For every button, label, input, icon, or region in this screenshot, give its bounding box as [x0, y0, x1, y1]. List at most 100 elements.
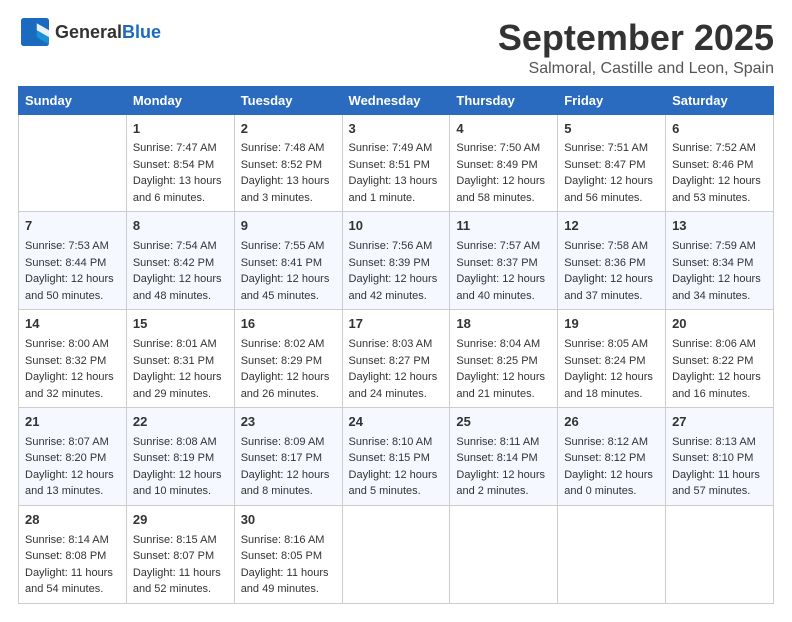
day-number: 12	[564, 217, 659, 236]
day-info: Sunrise: 8:00 AMSunset: 8:32 PMDaylight:…	[25, 336, 120, 402]
calendar-cell: 9 Sunrise: 7:55 AMSunset: 8:41 PMDaylight…	[234, 212, 342, 310]
day-number: 1	[133, 120, 228, 139]
calendar-cell: 1Sunrise: 7:47 AMSunset: 8:54 PMDaylight…	[126, 114, 234, 212]
day-number: 27	[672, 413, 767, 432]
calendar-cell: 18 Sunrise: 8:04 AMSunset: 8:25 PMDayligh…	[450, 310, 558, 408]
calendar-cell: 11 Sunrise: 7:57 AMSunset: 8:37 PMDayligh…	[450, 212, 558, 310]
day-number: 25	[456, 413, 551, 432]
day-number: 21	[25, 413, 120, 432]
day-number: 16	[241, 315, 336, 334]
calendar-cell: 29 Sunrise: 8:15 AMSunset: 8:07 PMDayligh…	[126, 505, 234, 603]
weekday-header: Thursday	[450, 86, 558, 114]
day-info: Sunrise: 8:07 AMSunset: 8:20 PMDaylight:…	[25, 434, 120, 500]
logo-icon	[21, 18, 49, 46]
calendar-cell: 12 Sunrise: 7:58 AMSunset: 8:36 PMDayligh…	[558, 212, 666, 310]
weekday-header: Tuesday	[234, 86, 342, 114]
calendar-cell: 4Sunrise: 7:50 AMSunset: 8:49 PMDaylight…	[450, 114, 558, 212]
day-number: 4	[456, 120, 551, 139]
day-info: Sunrise: 7:53 AMSunset: 8:44 PMDaylight:…	[25, 238, 120, 304]
calendar-cell	[450, 505, 558, 603]
day-info: Sunrise: 7:57 AMSunset: 8:37 PMDaylight:…	[456, 238, 551, 304]
calendar-cell	[558, 505, 666, 603]
weekday-header: Monday	[126, 86, 234, 114]
month-title: September 2025	[498, 18, 774, 58]
day-number: 13	[672, 217, 767, 236]
day-number: 14	[25, 315, 120, 334]
weekday-header: Saturday	[666, 86, 774, 114]
day-number: 11	[456, 217, 551, 236]
calendar-cell: 17Sunrise: 8:03 AMSunset: 8:27 PMDayligh…	[342, 310, 450, 408]
day-number: 24	[349, 413, 444, 432]
day-number: 2	[241, 120, 336, 139]
day-number: 18	[456, 315, 551, 334]
logo-blue: Blue	[122, 22, 161, 42]
calendar-cell: 26 Sunrise: 8:12 AMSunset: 8:12 PMDayligh…	[558, 408, 666, 506]
weekday-header: Wednesday	[342, 86, 450, 114]
calendar-cell: 20Sunrise: 8:06 AMSunset: 8:22 PMDayligh…	[666, 310, 774, 408]
day-info: Sunrise: 8:14 AMSunset: 8:08 PMDaylight:…	[25, 532, 120, 598]
day-info: Sunrise: 8:16 AMSunset: 8:05 PMDaylight:…	[241, 532, 336, 598]
calendar-cell: 14 Sunrise: 8:00 AMSunset: 8:32 PMDayligh…	[19, 310, 127, 408]
calendar-cell: 27 Sunrise: 8:13 AMSunset: 8:10 PMDayligh…	[666, 408, 774, 506]
day-number: 22	[133, 413, 228, 432]
calendar-cell: 19 Sunrise: 8:05 AMSunset: 8:24 PMDayligh…	[558, 310, 666, 408]
day-info: Sunrise: 7:50 AMSunset: 8:49 PMDaylight:…	[456, 140, 551, 206]
calendar-cell	[342, 505, 450, 603]
day-info: Sunrise: 8:09 AMSunset: 8:17 PMDaylight:…	[241, 434, 336, 500]
day-number: 23	[241, 413, 336, 432]
day-info: Sunrise: 8:12 AMSunset: 8:12 PMDaylight:…	[564, 434, 659, 500]
day-number: 8	[133, 217, 228, 236]
calendar-cell: 30 Sunrise: 8:16 AMSunset: 8:05 PMDayligh…	[234, 505, 342, 603]
calendar-cell: 2Sunrise: 7:48 AMSunset: 8:52 PMDaylight…	[234, 114, 342, 212]
day-number: 5	[564, 120, 659, 139]
location-title: Salmoral, Castille and Leon, Spain	[498, 60, 774, 78]
day-number: 10	[349, 217, 444, 236]
day-info: Sunrise: 8:04 AMSunset: 8:25 PMDaylight:…	[456, 336, 551, 402]
day-number: 28	[25, 511, 120, 530]
day-info: Sunrise: 8:08 AMSunset: 8:19 PMDaylight:…	[133, 434, 228, 500]
day-info: Sunrise: 8:13 AMSunset: 8:10 PMDaylight:…	[672, 434, 767, 500]
calendar-cell: 28 Sunrise: 8:14 AMSunset: 8:08 PMDayligh…	[19, 505, 127, 603]
calendar-cell: 16Sunrise: 8:02 AMSunset: 8:29 PMDayligh…	[234, 310, 342, 408]
calendar-cell	[19, 114, 127, 212]
day-info: Sunrise: 7:52 AMSunset: 8:46 PMDaylight:…	[672, 140, 767, 206]
calendar-cell: 6Sunrise: 7:52 AMSunset: 8:46 PMDaylight…	[666, 114, 774, 212]
calendar-cell: 22 Sunrise: 8:08 AMSunset: 8:19 PMDayligh…	[126, 408, 234, 506]
calendar-cell: 15Sunrise: 8:01 AMSunset: 8:31 PMDayligh…	[126, 310, 234, 408]
calendar-cell	[666, 505, 774, 603]
weekday-header: Sunday	[19, 86, 127, 114]
day-info: Sunrise: 8:05 AMSunset: 8:24 PMDaylight:…	[564, 336, 659, 402]
day-number: 29	[133, 511, 228, 530]
day-info: Sunrise: 7:55 AMSunset: 8:41 PMDaylight:…	[241, 238, 336, 304]
day-number: 9	[241, 217, 336, 236]
day-info: Sunrise: 8:10 AMSunset: 8:15 PMDaylight:…	[349, 434, 444, 500]
day-number: 17	[349, 315, 444, 334]
calendar-cell: 21 Sunrise: 8:07 AMSunset: 8:20 PMDayligh…	[19, 408, 127, 506]
calendar-cell: 5Sunrise: 7:51 AMSunset: 8:47 PMDaylight…	[558, 114, 666, 212]
day-number: 7	[25, 217, 120, 236]
logo: GeneralBlue	[18, 18, 161, 46]
day-number: 26	[564, 413, 659, 432]
day-info: Sunrise: 8:15 AMSunset: 8:07 PMDaylight:…	[133, 532, 228, 598]
calendar-cell: 10 Sunrise: 7:56 AMSunset: 8:39 PMDayligh…	[342, 212, 450, 310]
day-info: Sunrise: 7:51 AMSunset: 8:47 PMDaylight:…	[564, 140, 659, 206]
calendar-cell: 25 Sunrise: 8:11 AMSunset: 8:14 PMDayligh…	[450, 408, 558, 506]
day-info: Sunrise: 7:47 AMSunset: 8:54 PMDaylight:…	[133, 140, 228, 206]
calendar-cell: 24 Sunrise: 8:10 AMSunset: 8:15 PMDayligh…	[342, 408, 450, 506]
day-number: 30	[241, 511, 336, 530]
title-block: September 2025 Salmoral, Castille and Le…	[498, 18, 774, 78]
day-number: 6	[672, 120, 767, 139]
calendar-cell: 7 Sunrise: 7:53 AMSunset: 8:44 PMDaylight…	[19, 212, 127, 310]
day-info: Sunrise: 8:01 AMSunset: 8:31 PMDaylight:…	[133, 336, 228, 402]
logo-general: General	[55, 22, 122, 42]
day-number: 3	[349, 120, 444, 139]
day-info: Sunrise: 7:56 AMSunset: 8:39 PMDaylight:…	[349, 238, 444, 304]
day-number: 19	[564, 315, 659, 334]
weekday-header: Friday	[558, 86, 666, 114]
day-info: Sunrise: 7:59 AMSunset: 8:34 PMDaylight:…	[672, 238, 767, 304]
day-info: Sunrise: 7:58 AMSunset: 8:36 PMDaylight:…	[564, 238, 659, 304]
calendar-cell: 3Sunrise: 7:49 AMSunset: 8:51 PMDaylight…	[342, 114, 450, 212]
day-info: Sunrise: 8:11 AMSunset: 8:14 PMDaylight:…	[456, 434, 551, 500]
calendar-cell: 13 Sunrise: 7:59 AMSunset: 8:34 PMDayligh…	[666, 212, 774, 310]
day-info: Sunrise: 7:48 AMSunset: 8:52 PMDaylight:…	[241, 140, 336, 206]
